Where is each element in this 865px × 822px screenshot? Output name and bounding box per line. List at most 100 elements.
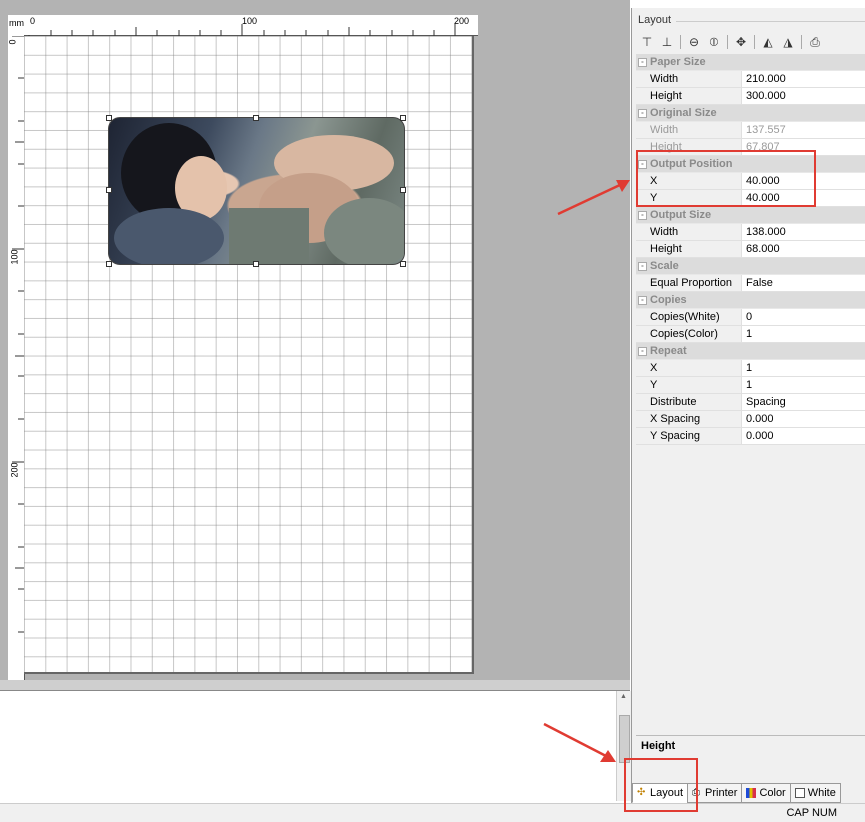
ruler-unit: mm bbox=[9, 18, 24, 28]
resize-handle-t[interactable] bbox=[253, 115, 259, 121]
prop-key: X Spacing bbox=[636, 411, 742, 427]
prop-value[interactable]: 1 bbox=[742, 377, 865, 393]
prop-value[interactable]: Spacing bbox=[742, 394, 865, 410]
flip-horizontal-icon[interactable]: ◭ bbox=[759, 33, 777, 51]
prop-value[interactable]: 138.000 bbox=[742, 224, 865, 240]
prop-value[interactable]: 1 bbox=[742, 360, 865, 376]
prop-key: Width bbox=[636, 224, 742, 240]
layout-toolbar: ⊤ ⊥ ⊖ ⦶ ✥ ◭ ◮ ⎙ bbox=[638, 32, 824, 52]
title-divider bbox=[676, 21, 865, 22]
prop-row[interactable]: X1 bbox=[636, 360, 865, 377]
prop-value[interactable]: 300.000 bbox=[742, 88, 865, 104]
prop-value[interactable]: 0.000 bbox=[742, 411, 865, 427]
prop-row[interactable]: Width 210.000 bbox=[636, 71, 865, 88]
resize-handle-bl[interactable] bbox=[106, 261, 112, 267]
align-horizontal-center-icon[interactable]: ⊖ bbox=[685, 33, 703, 51]
prop-row[interactable]: Distribute Spacing bbox=[636, 394, 865, 411]
flip-vertical-icon[interactable]: ◮ bbox=[779, 33, 797, 51]
prop-value[interactable]: 0 bbox=[742, 309, 865, 325]
photo-content bbox=[114, 123, 404, 264]
collapse-icon[interactable]: - bbox=[638, 109, 647, 118]
toolbar-separator bbox=[754, 35, 755, 49]
category-label: Paper Size bbox=[650, 56, 706, 68]
splitter[interactable] bbox=[0, 680, 630, 691]
resize-handle-br[interactable] bbox=[400, 261, 406, 267]
prop-row: Width 137.557 bbox=[636, 122, 865, 139]
annotation-arrow-1 bbox=[557, 180, 630, 216]
tab-label: Printer bbox=[705, 787, 738, 799]
tab-label: Color bbox=[759, 787, 786, 799]
resize-handle-r[interactable] bbox=[400, 187, 406, 193]
prop-key: Equal Proportion bbox=[636, 275, 742, 291]
prop-value: 137.557 bbox=[746, 124, 786, 136]
scroll-up-icon[interactable]: ▲ bbox=[620, 693, 627, 700]
align-top-left-icon[interactable]: ⊤ bbox=[638, 33, 656, 51]
center-icon[interactable]: ✥ bbox=[732, 33, 750, 51]
toolbar-separator bbox=[801, 35, 802, 49]
category-repeat[interactable]: - Repeat bbox=[636, 343, 865, 360]
print-icon[interactable]: ⎙ bbox=[806, 33, 824, 51]
prop-key: X bbox=[636, 360, 742, 376]
prop-key: Width bbox=[636, 122, 742, 138]
tab-color[interactable]: Color bbox=[741, 783, 791, 803]
white-square-icon bbox=[794, 788, 805, 798]
category-copies[interactable]: - Copies bbox=[636, 292, 865, 309]
prop-row[interactable]: Y Spacing 0.000 bbox=[636, 428, 865, 445]
prop-row[interactable]: Copies(Color) 1 bbox=[636, 326, 865, 343]
collapse-icon[interactable]: - bbox=[638, 262, 647, 271]
category-label: Original Size bbox=[650, 107, 717, 119]
category-label: Copies bbox=[650, 294, 687, 306]
prop-row[interactable]: Y1 bbox=[636, 377, 865, 394]
category-original-size[interactable]: - Original Size bbox=[636, 105, 865, 122]
prop-row[interactable]: Width 138.000 bbox=[636, 224, 865, 241]
resize-handle-b[interactable] bbox=[253, 261, 259, 267]
toolbar-separator bbox=[680, 35, 681, 49]
placed-photo[interactable] bbox=[108, 117, 405, 265]
tab-label: White bbox=[807, 787, 836, 799]
resize-handle-tr[interactable] bbox=[400, 115, 406, 121]
prop-key: Copies(Color) bbox=[636, 326, 742, 342]
prop-key: Distribute bbox=[636, 394, 742, 410]
property-grid: - Paper Size Width 210.000 Height 300.000 -… bbox=[636, 54, 865, 445]
prop-row[interactable]: Height 68.000 bbox=[636, 241, 865, 258]
resize-handle-l[interactable] bbox=[106, 187, 112, 193]
status-bar: CAP NUM bbox=[0, 803, 865, 822]
prop-key: Y Spacing bbox=[636, 428, 742, 444]
prop-value[interactable]: 1 bbox=[742, 326, 865, 342]
collapse-icon[interactable]: - bbox=[638, 296, 647, 305]
prop-row[interactable]: Equal Proportion False bbox=[636, 275, 865, 292]
collapse-icon[interactable]: - bbox=[638, 347, 647, 356]
annotation-box-layout-tab bbox=[624, 758, 698, 812]
prop-row[interactable]: X Spacing 0.000 bbox=[636, 411, 865, 428]
align-top-icon[interactable]: ⊥ bbox=[658, 33, 676, 51]
annotation-arrow-2 bbox=[543, 722, 616, 762]
align-vertical-center-icon[interactable]: ⦶ bbox=[705, 33, 723, 51]
category-paper-size[interactable]: - Paper Size bbox=[636, 54, 865, 71]
category-label: Scale bbox=[650, 260, 679, 272]
message-area bbox=[0, 691, 616, 801]
tab-white[interactable]: White bbox=[789, 783, 841, 803]
prop-value[interactable]: False bbox=[742, 275, 865, 291]
prop-key: Height bbox=[636, 88, 742, 104]
prop-key: Width bbox=[636, 71, 742, 87]
prop-value[interactable]: 68.000 bbox=[742, 241, 865, 257]
category-scale[interactable]: - Scale bbox=[636, 258, 865, 275]
status-indicators: CAP NUM bbox=[786, 807, 837, 819]
panel-title: Layout bbox=[638, 14, 672, 26]
prop-row[interactable]: Copies(White) 0 bbox=[636, 309, 865, 326]
prop-value[interactable]: 0.000 bbox=[742, 428, 865, 444]
resize-handle-tl[interactable] bbox=[106, 115, 112, 121]
category-label: Repeat bbox=[650, 345, 687, 357]
ruler-ticks-h bbox=[28, 24, 456, 36]
prop-row[interactable]: Height 300.000 bbox=[636, 88, 865, 105]
collapse-icon[interactable]: - bbox=[638, 58, 647, 67]
toolbar-separator bbox=[727, 35, 728, 49]
prop-value[interactable]: 210.000 bbox=[742, 71, 865, 87]
prop-key: Y bbox=[636, 377, 742, 393]
prop-key: Copies(White) bbox=[636, 309, 742, 325]
annotation-box-output-position bbox=[636, 150, 816, 207]
category-label: Output Size bbox=[650, 209, 712, 221]
ruler-corner: mm bbox=[8, 15, 30, 35]
description-title: Height bbox=[641, 740, 676, 752]
category-output-size[interactable]: - Output Size bbox=[636, 207, 865, 224]
